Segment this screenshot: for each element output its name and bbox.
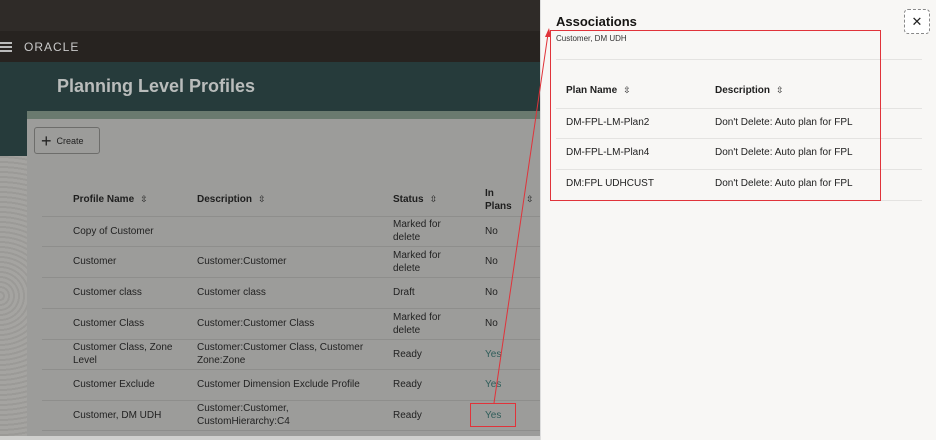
- annotation-arrow: [493, 28, 551, 404]
